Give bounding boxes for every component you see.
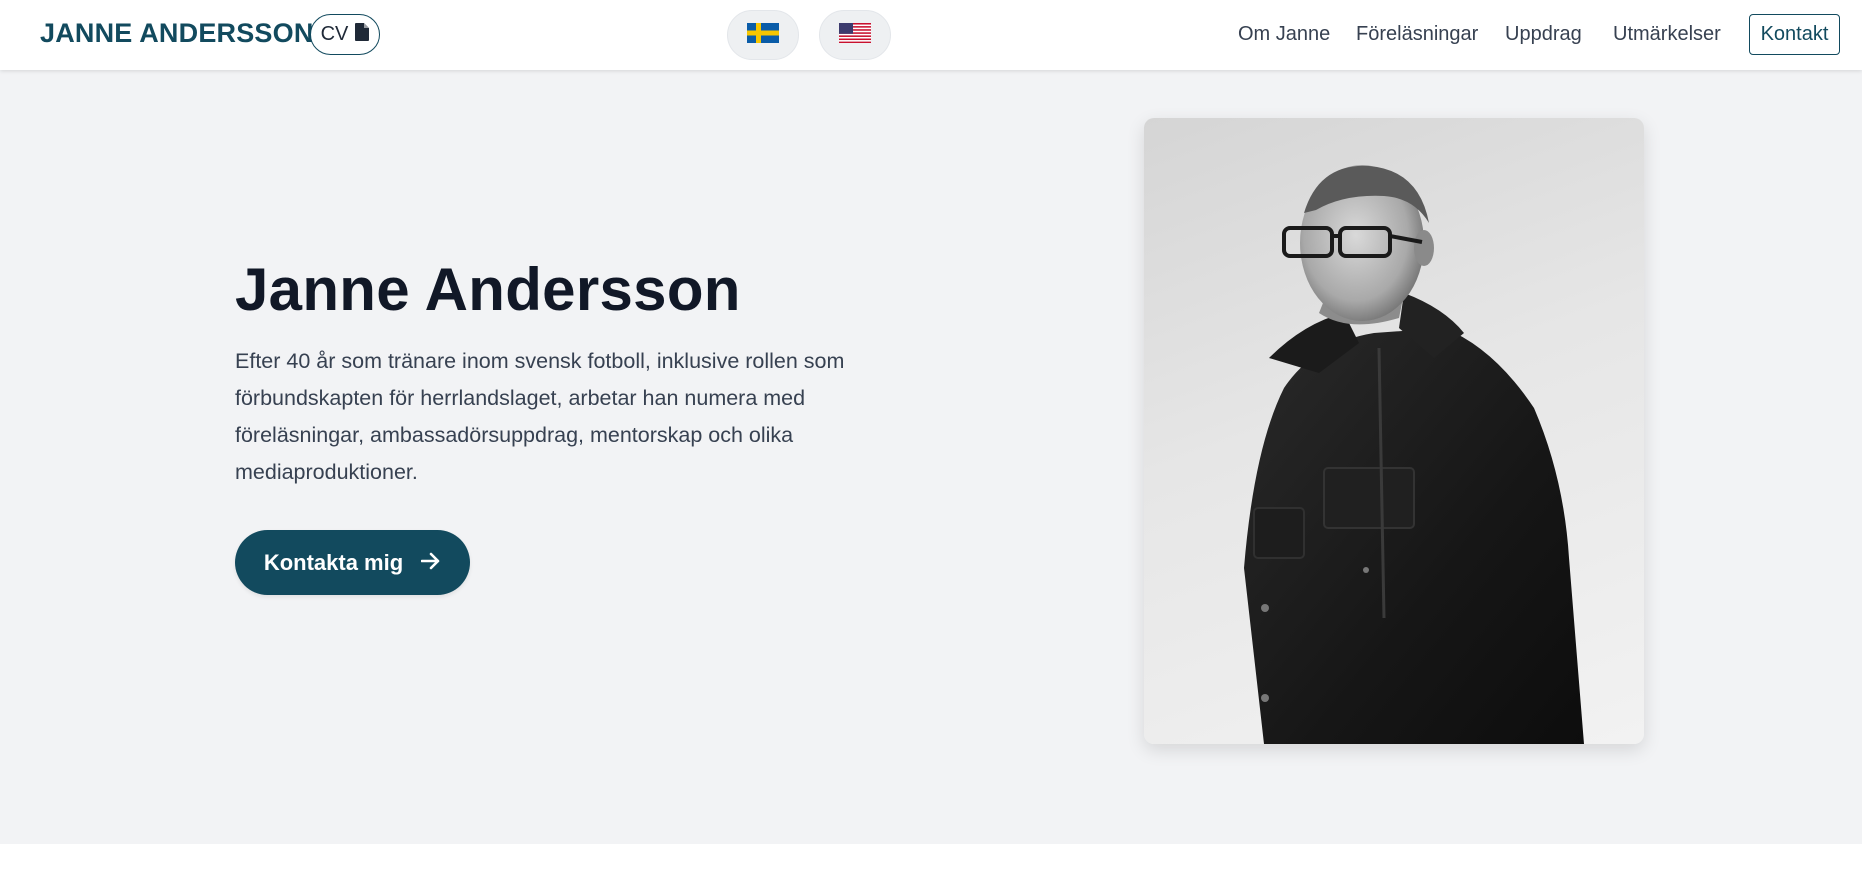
hero-section: Janne Andersson Efter 40 år som tränare … <box>0 70 1862 844</box>
arrow-right-icon <box>420 550 441 576</box>
nav-kontakt-button[interactable]: Kontakt <box>1749 14 1840 55</box>
hero-description: Efter 40 år som tränare inom svensk fotb… <box>235 349 845 484</box>
contact-me-button[interactable]: Kontakta mig <box>235 530 470 595</box>
nav-om-janne[interactable]: Om Janne <box>1238 23 1330 46</box>
cv-button[interactable]: CV <box>310 14 380 55</box>
us-flag-icon <box>839 22 871 48</box>
nav-uppdrag[interactable]: Uppdrag <box>1505 23 1582 46</box>
nav-forelasningar[interactable]: Föreläsningar <box>1356 23 1478 46</box>
portrait-photo <box>1144 118 1644 744</box>
file-icon <box>355 22 370 47</box>
cta-label: Kontakta mig <box>263 549 404 575</box>
brand-logo[interactable]: JANNE ANDERSSON <box>40 18 314 49</box>
nav-utmarkelser[interactable]: Utmärkelser <box>1613 23 1721 46</box>
page-continuation <box>0 844 1862 896</box>
hero-title: Janne Andersson <box>235 256 741 323</box>
language-en-button[interactable] <box>819 10 891 60</box>
site-header: JANNE ANDERSSON CV Om Janne Föreläsninga… <box>0 0 1862 70</box>
language-sv-button[interactable] <box>727 10 799 60</box>
sweden-flag-icon <box>747 22 779 48</box>
cv-label: CV <box>320 23 349 45</box>
